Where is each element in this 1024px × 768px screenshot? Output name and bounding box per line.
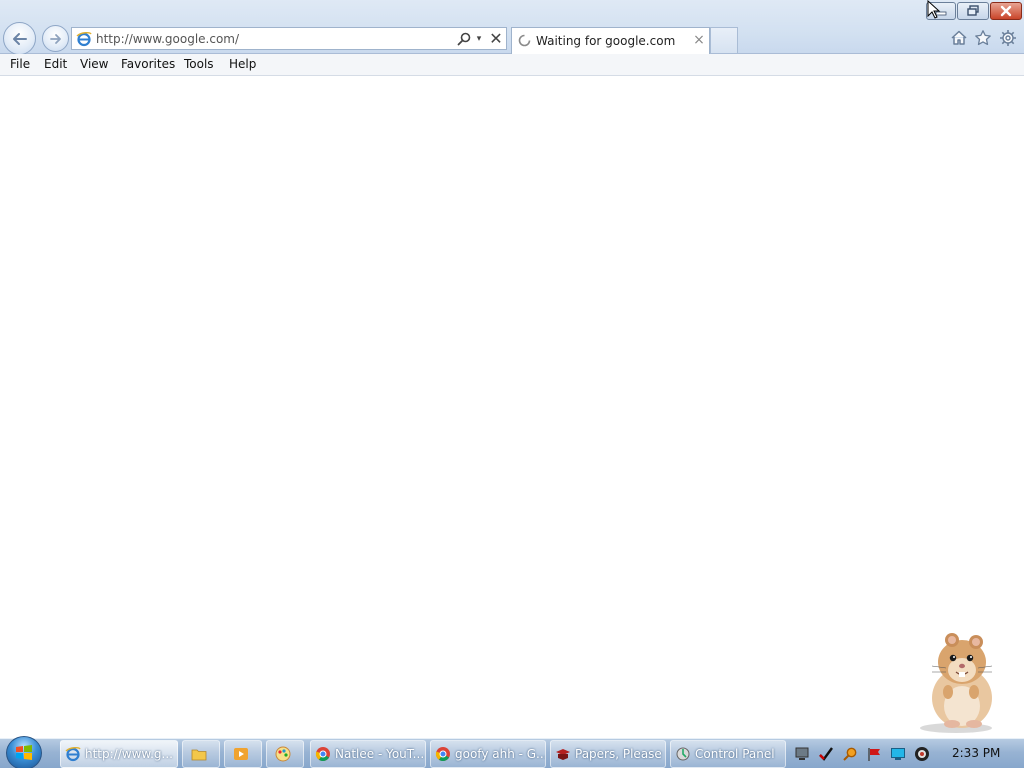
menu-favorites[interactable]: Favorites [121, 57, 175, 71]
chevron-down-icon[interactable]: ▾ [474, 32, 484, 46]
mouse-cursor-icon [927, 0, 941, 19]
check-icon[interactable] [818, 746, 834, 762]
media-player-icon [233, 746, 249, 762]
close-icon [1000, 5, 1012, 17]
papers-please-icon [555, 746, 571, 762]
monitor-icon[interactable] [890, 746, 906, 762]
home-button[interactable] [949, 28, 969, 48]
menu-file[interactable]: File [10, 57, 30, 71]
ie-icon [65, 746, 81, 762]
chrome-icon [315, 746, 331, 762]
tab-title: Waiting for google.com [536, 34, 676, 48]
folder-icon [191, 746, 207, 762]
search-icon[interactable] [456, 31, 472, 47]
gear-icon [1000, 30, 1016, 46]
taskbar-label: Control Panel [695, 747, 775, 761]
taskbar-button-paint[interactable] [266, 740, 304, 768]
browser-toolbar: ▾ ✕ Waiting for google.com × [0, 0, 1024, 55]
menu-help[interactable]: Help [229, 57, 256, 71]
taskbar-label: Natlee - YouT... [335, 747, 425, 761]
address-bar[interactable]: ▾ ✕ [71, 27, 507, 50]
start-button[interactable] [6, 736, 42, 768]
taskbar-button-explorer[interactable] [182, 740, 220, 768]
tools-button[interactable] [998, 28, 1018, 48]
taskbar-button-chrome-youtube[interactable]: Natlee - YouT... [310, 740, 426, 768]
taskbar: http://www.g... Natlee - YouT... goofy a… [0, 736, 1024, 768]
windows-logo-icon [16, 745, 32, 760]
taskbar-clock[interactable]: 2:33 PM [952, 746, 1000, 760]
restore-icon [967, 5, 979, 16]
back-arrow-icon [12, 32, 27, 45]
taskbar-label: http://www.g... [85, 747, 173, 761]
taskbar-button-media-player[interactable] [224, 740, 262, 768]
taskbar-button-ie[interactable]: http://www.g... [60, 740, 178, 768]
network-icon[interactable] [794, 746, 810, 762]
url-input[interactable] [96, 31, 456, 47]
volume-icon[interactable] [914, 746, 930, 762]
taskbar-label: Papers, Please [575, 747, 662, 761]
menu-tools[interactable]: Tools [184, 57, 214, 71]
paint-app-icon [275, 746, 291, 762]
page-content [0, 76, 1024, 738]
control-panel-icon [675, 746, 691, 762]
loading-spinner-icon [518, 34, 531, 47]
ie-page-icon [76, 31, 92, 47]
tab-close-icon[interactable]: × [692, 32, 706, 48]
forward-button[interactable] [42, 25, 69, 52]
home-icon [951, 30, 967, 45]
menu-view[interactable]: View [80, 57, 108, 71]
search-tray-icon[interactable] [842, 746, 858, 762]
tab-google[interactable]: Waiting for google.com × [511, 27, 710, 54]
menu-bar: File Edit View Favorites Tools Help [0, 54, 1024, 76]
menu-edit[interactable]: Edit [44, 57, 67, 71]
flag-icon[interactable] [866, 746, 882, 762]
restore-button[interactable] [957, 2, 989, 20]
favorites-button[interactable] [973, 28, 993, 48]
chrome-icon [435, 746, 451, 762]
taskbar-button-chrome-goofy[interactable]: goofy ahh - G... [430, 740, 546, 768]
forward-arrow-icon [49, 33, 61, 44]
taskbar-button-control-panel[interactable]: Control Panel [670, 740, 786, 768]
new-tab-button[interactable] [710, 27, 738, 53]
hamster-icon[interactable] [912, 628, 1004, 734]
stop-icon[interactable]: ✕ [488, 30, 504, 47]
taskbar-label: goofy ahh - G... [455, 747, 546, 761]
taskbar-button-papers-please[interactable]: Papers, Please [550, 740, 666, 768]
back-button[interactable] [3, 22, 36, 55]
close-window-button[interactable] [990, 2, 1022, 20]
star-icon [975, 30, 991, 46]
